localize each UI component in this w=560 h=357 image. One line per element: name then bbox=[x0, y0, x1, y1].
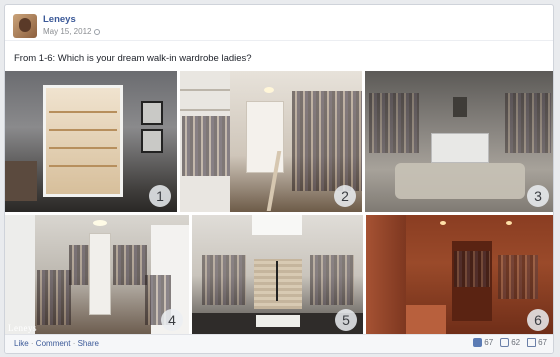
globe-icon[interactable] bbox=[94, 28, 101, 35]
share-link[interactable]: Share bbox=[78, 339, 99, 348]
separator: · bbox=[28, 339, 36, 348]
avatar[interactable] bbox=[13, 14, 37, 38]
post-text: From 1-6: Which is your dream walk-in wa… bbox=[14, 53, 252, 64]
share-icon bbox=[527, 338, 537, 347]
author-name[interactable]: Leneys bbox=[43, 14, 76, 25]
photo-number-2: 2 bbox=[334, 185, 356, 207]
separator: · bbox=[70, 339, 78, 348]
shares-count[interactable]: 67 bbox=[527, 338, 547, 347]
photo-grid: 1 2 3 Leneys 4 5 6 bbox=[5, 71, 553, 336]
leneys-watermark: Leneys bbox=[8, 323, 37, 333]
post-footer: Like · Comment · Share 67 62 67 bbox=[5, 334, 553, 353]
comments-count-value: 62 bbox=[511, 338, 521, 347]
photo-6[interactable]: 6 bbox=[366, 215, 553, 336]
photo-number-5: 5 bbox=[335, 309, 357, 331]
comment-link[interactable]: Comment bbox=[36, 339, 71, 348]
post-date[interactable]: May 15, 2012 bbox=[43, 27, 91, 36]
likes-count[interactable]: 67 bbox=[473, 338, 493, 347]
post-meta: May 15, 2012 bbox=[43, 27, 101, 36]
header-divider bbox=[5, 40, 553, 41]
engagement-counts: 67 62 67 bbox=[473, 338, 547, 347]
photo-number-1: 1 bbox=[149, 185, 171, 207]
likes-count-value: 67 bbox=[484, 338, 494, 347]
photo-number-6: 6 bbox=[527, 309, 549, 331]
photo-1[interactable]: 1 bbox=[5, 71, 177, 212]
photo-4[interactable]: Leneys 4 bbox=[5, 215, 189, 336]
comment-icon bbox=[500, 338, 510, 347]
facebook-post: Leneys May 15, 2012 From 1-6: Which is y… bbox=[4, 4, 554, 354]
photo-5[interactable]: 5 bbox=[192, 215, 363, 336]
photo-number-4: 4 bbox=[161, 309, 183, 331]
like-link[interactable]: Like bbox=[14, 339, 29, 348]
post-actions: Like · Comment · Share bbox=[14, 339, 99, 348]
shares-count-value: 67 bbox=[538, 338, 547, 347]
comments-count[interactable]: 62 bbox=[500, 338, 520, 347]
photo-number-3: 3 bbox=[527, 185, 549, 207]
photo-3[interactable]: 3 bbox=[365, 71, 553, 212]
thumbs-up-icon bbox=[473, 338, 483, 347]
photo-2[interactable]: 2 bbox=[180, 71, 362, 212]
